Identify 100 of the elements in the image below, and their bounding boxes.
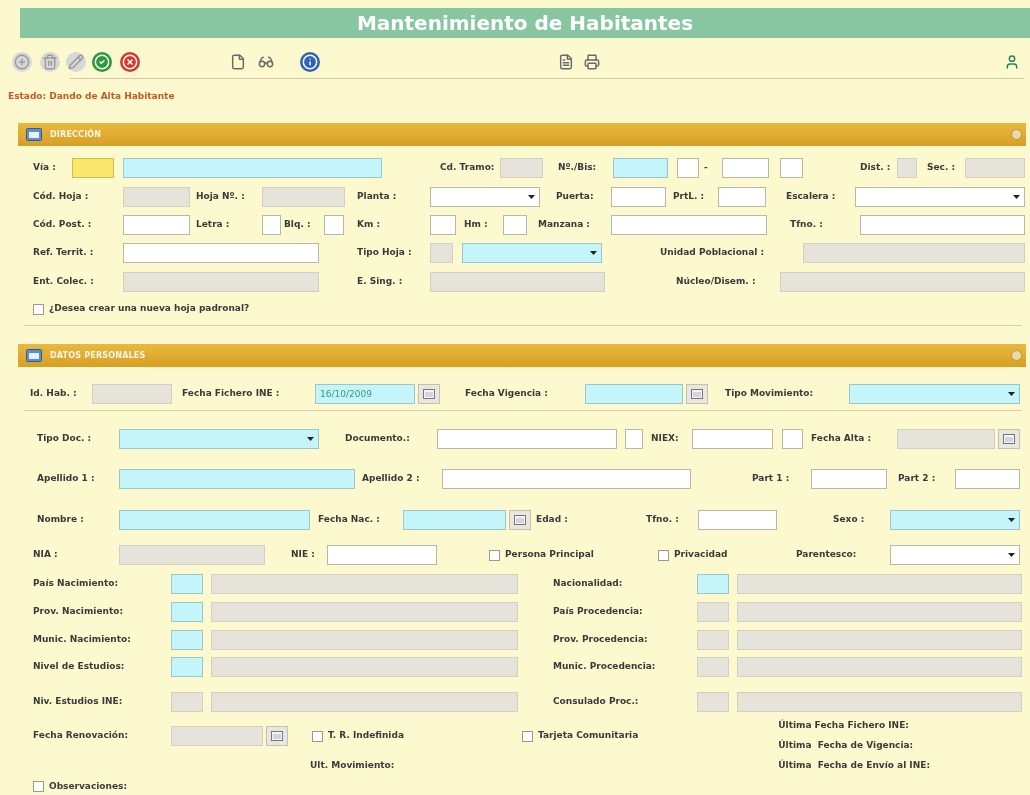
field-label: Última Fecha de Vigencia: <box>778 739 915 752</box>
field-label: Tfno. : <box>646 513 680 527</box>
close-icon[interactable] <box>120 52 140 72</box>
checkbox-label: T. R. Indefinida <box>328 729 404 743</box>
field-label: País Procedencia: <box>553 605 644 619</box>
input-field[interactable] <box>722 158 769 178</box>
input-field[interactable] <box>72 158 114 178</box>
field-label: Hoja Nº. : <box>196 190 246 204</box>
input-field[interactable] <box>437 429 617 449</box>
info-icon[interactable] <box>300 52 320 72</box>
dropdown[interactable] <box>890 510 1020 530</box>
printer-icon[interactable] <box>582 52 602 72</box>
field-label: Última Fecha Fichero INE: <box>778 719 910 732</box>
field-label: Documento.: <box>345 432 411 446</box>
section-header[interactable]: DIRECCIÓN <box>18 123 1026 146</box>
field-label: Apellido 2 : <box>362 472 421 486</box>
input-field[interactable] <box>262 215 281 235</box>
calendar-button[interactable] <box>998 429 1020 449</box>
input-field[interactable] <box>442 469 691 489</box>
window-icon <box>26 128 42 141</box>
input-field[interactable] <box>611 187 666 207</box>
date-field[interactable]: 16/10/2009 <box>315 384 415 404</box>
field-label: Niv. Estudios INE: <box>33 695 124 709</box>
input-field[interactable] <box>780 158 803 178</box>
check-icon[interactable] <box>92 52 112 72</box>
field-label: E. Sing. : <box>357 275 404 289</box>
input-field[interactable] <box>718 187 766 207</box>
date-field[interactable] <box>585 384 683 404</box>
input-field[interactable] <box>119 510 310 530</box>
field-label: - <box>704 161 709 175</box>
input-field[interactable] <box>692 429 773 449</box>
input-field[interactable] <box>782 429 803 449</box>
input-field[interactable] <box>119 469 355 489</box>
field-label: Id. Hab. : <box>30 387 78 401</box>
checkbox[interactable] <box>489 549 500 561</box>
input-field[interactable] <box>327 545 437 565</box>
collapse-icon[interactable] <box>1011 129 1022 140</box>
input-field[interactable] <box>171 657 203 677</box>
input-field[interactable] <box>613 158 668 178</box>
field-label: Tfno. : <box>790 218 824 232</box>
input-field[interactable] <box>171 574 203 594</box>
input-field[interactable] <box>625 429 643 449</box>
input-field[interactable] <box>611 215 767 235</box>
field-label: Nacionalidad: <box>553 577 624 591</box>
date-field[interactable] <box>403 510 506 530</box>
section-header[interactable]: DATOS PERSONALES <box>18 344 1026 367</box>
input-field[interactable] <box>324 215 344 235</box>
field-label: Consulado Proc.: <box>553 695 640 709</box>
calendar-button[interactable] <box>509 510 531 530</box>
field-label: Nombre : <box>37 513 85 527</box>
dropdown[interactable] <box>849 384 1020 404</box>
input-field[interactable] <box>698 510 777 530</box>
input-field[interactable] <box>811 469 887 489</box>
input-field[interactable] <box>860 215 1025 235</box>
field-label: Blq. : <box>284 218 312 232</box>
calendar-button[interactable] <box>686 384 708 404</box>
input-field[interactable] <box>503 215 527 235</box>
input-field[interactable] <box>430 215 456 235</box>
field-label: Parentesco: <box>796 548 858 562</box>
input-field[interactable] <box>123 243 319 263</box>
field-label: Hm : <box>464 218 489 232</box>
field-label: Tipo Doc. : <box>37 432 93 446</box>
field-label: Tipo Hoja : <box>357 246 413 260</box>
caret-icon <box>1008 392 1015 396</box>
checkbox[interactable] <box>33 303 44 315</box>
input-field[interactable] <box>677 158 699 178</box>
input-field[interactable] <box>955 469 1020 489</box>
dropdown[interactable] <box>890 545 1020 565</box>
calendar-icon <box>1003 434 1015 444</box>
checkbox-label: ¿Desea crear una nueva hoja padronal? <box>49 302 250 316</box>
field-label: Letra : <box>196 218 231 232</box>
field-label: Edad : <box>536 513 569 527</box>
field-label: Núcleo/Disem. : <box>676 275 757 289</box>
dropdown[interactable] <box>855 187 1025 207</box>
checkbox[interactable] <box>522 730 533 742</box>
input-field[interactable] <box>123 215 190 235</box>
field-label: Part 1 : <box>752 472 791 486</box>
dropdown[interactable] <box>119 429 319 449</box>
dropdown[interactable] <box>430 187 540 207</box>
calendar-icon <box>271 731 283 741</box>
calendar-button[interactable] <box>418 384 440 404</box>
input-field[interactable] <box>123 158 382 178</box>
checkbox[interactable] <box>658 549 669 561</box>
field-label: Ent. Colec. : <box>33 275 95 289</box>
field-label: Fecha Nac. : <box>318 513 381 527</box>
checkbox[interactable] <box>33 781 44 792</box>
field-label: Cód. Hoja : <box>33 190 90 204</box>
input-field[interactable] <box>171 630 203 650</box>
field-label: NIE : <box>291 548 316 562</box>
collapse-icon[interactable] <box>1011 350 1022 361</box>
window-title: Mantenimiento de Habitantes <box>356 10 694 37</box>
checkbox[interactable] <box>312 730 323 742</box>
calendar-icon <box>691 389 703 399</box>
calendar-button[interactable] <box>266 726 288 746</box>
field-label: Munic. Nacimiento: <box>33 633 132 647</box>
dropdown[interactable] <box>462 243 602 263</box>
input-field[interactable] <box>171 602 203 622</box>
field-label: Part 2 : <box>898 472 937 486</box>
input-field[interactable] <box>697 574 729 594</box>
caret-icon <box>1008 518 1015 522</box>
